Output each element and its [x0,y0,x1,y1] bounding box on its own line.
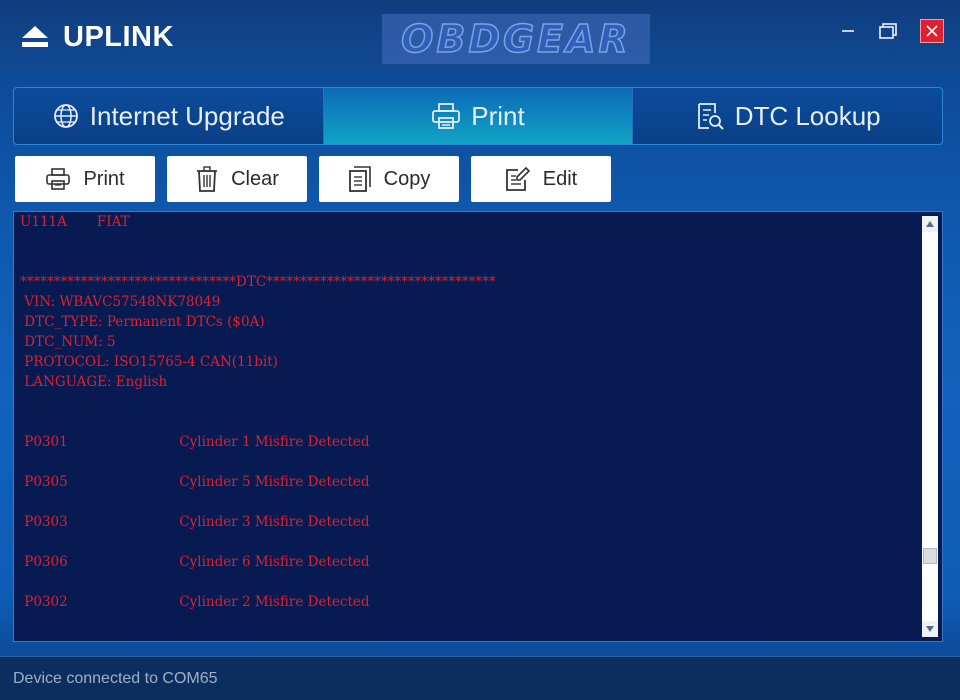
tab-label: DTC Lookup [734,100,881,131]
copy-icon [348,166,371,192]
copy-button[interactable]: Copy [319,156,459,202]
maximize-icon [879,23,897,39]
tab-print[interactable]: Print [322,88,633,144]
console-line: P0305 Cylinder 5 Misfire Detected [20,474,370,490]
print-button[interactable]: Print [15,156,155,202]
scroll-down-button[interactable] [922,621,938,637]
watermark-logo: OBDGEAR [382,14,650,64]
tab-label: Internet Upgrade [89,100,285,131]
close-button[interactable] [920,19,944,43]
printer-icon [432,103,461,129]
printer-icon [46,168,71,190]
upload-logo-icon [22,26,48,47]
document-search-icon [697,103,724,130]
tab-label: Print [471,100,525,131]
console-text: U111A FIAT ******************************… [20,212,920,641]
status-bar: Device connected to COM65 [0,656,960,700]
status-text: Device connected to COM65 [13,669,218,687]
console-line: VIN: WBAVC57548NK78049 [20,294,221,310]
title-bar: UPLINK OBDGEAR [0,0,960,74]
output-console[interactable]: U111A FIAT ******************************… [13,211,943,642]
toolbar: Print Clear Copy Edit [15,156,623,202]
vertical-scrollbar[interactable] [922,216,938,637]
close-icon [926,25,938,37]
console-line: DTC_TYPE: Permanent DTCs ($0A) [20,314,265,330]
clear-button-label: Clear [231,167,279,190]
edit-button-label: Edit [542,167,578,190]
console-line: P0303 Cylinder 3 Misfire Detected [20,514,370,530]
clear-button[interactable]: Clear [167,156,307,202]
minimize-icon [842,30,854,32]
tab-internet-upgrade[interactable]: Internet Upgrade [14,88,323,144]
console-line: P0301 Cylinder 1 Misfire Detected [20,434,370,450]
chevron-up-icon [926,221,934,227]
scroll-up-button[interactable] [922,216,938,232]
minimize-button[interactable] [836,19,860,43]
chevron-down-icon [926,626,934,632]
console-line: ********************************DTC*****… [20,274,496,290]
maximize-button[interactable] [876,19,900,43]
console-line: DTC_NUM: 5 [20,334,116,350]
trash-icon [197,166,218,192]
console-line: PROTOCOL: ISO15765-4 CAN(11bit) [20,354,278,370]
console-line: P0302 Cylinder 2 Misfire Detected [20,594,370,610]
scrollbar-thumb[interactable] [923,548,937,564]
console-line: LANGUAGE: English [20,374,168,390]
watermark-text: OBDGEAR [400,16,631,62]
main-tabs: Internet Upgrade Print DTC Lookup [13,87,943,145]
app-title: UPLINK [63,20,174,53]
console-line: P0306 Cylinder 6 Misfire Detected [20,554,370,570]
edit-button[interactable]: Edit [471,156,611,202]
edit-icon [505,166,530,191]
print-button-label: Print [83,167,125,190]
app-logo: UPLINK [20,20,174,54]
console-line: U111A FIAT [20,214,130,230]
globe-icon [53,104,78,128]
copy-button-label: Copy [383,167,431,190]
tab-dtc-lookup[interactable]: DTC Lookup [632,88,942,144]
